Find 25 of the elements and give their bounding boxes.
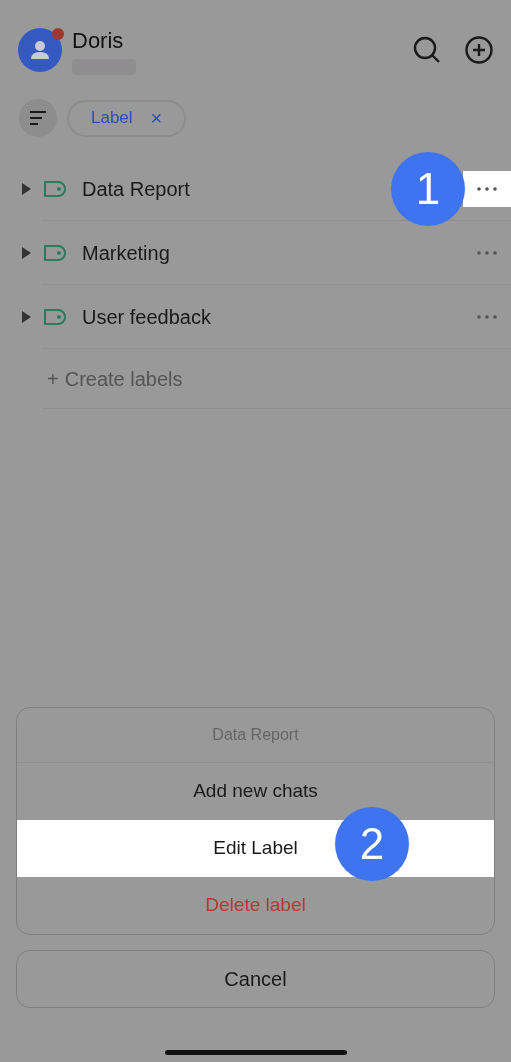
add-icon[interactable] xyxy=(465,36,493,64)
tag-icon xyxy=(44,245,66,261)
more-icon xyxy=(477,315,497,319)
sheet-action[interactable]: Add new chats xyxy=(193,777,318,806)
expand-arrow-icon[interactable] xyxy=(22,311,31,323)
sort-icon xyxy=(29,111,47,125)
more-icon xyxy=(477,251,497,255)
label-name[interactable]: Marketing xyxy=(82,238,170,268)
cancel-button[interactable]: Cancel xyxy=(16,950,495,1008)
sheet-action[interactable]: Edit Label xyxy=(213,834,298,863)
filter-button[interactable] xyxy=(19,99,57,137)
step-badge: 1 xyxy=(391,152,465,226)
expand-arrow-icon[interactable] xyxy=(22,183,31,195)
label-name[interactable]: Data Report xyxy=(82,174,190,204)
chip-label: Label xyxy=(91,107,133,130)
search-icon[interactable] xyxy=(413,36,441,64)
avatar-icon[interactable] xyxy=(18,28,62,72)
step-badge: 2 xyxy=(335,807,409,881)
expand-arrow-icon[interactable] xyxy=(22,247,31,259)
more-button[interactable] xyxy=(463,171,511,207)
tag-icon xyxy=(44,309,66,325)
tag-icon xyxy=(44,181,66,197)
label-name[interactable]: User feedback xyxy=(82,302,211,332)
more-icon xyxy=(477,187,497,191)
user-name: Doris xyxy=(72,28,125,54)
